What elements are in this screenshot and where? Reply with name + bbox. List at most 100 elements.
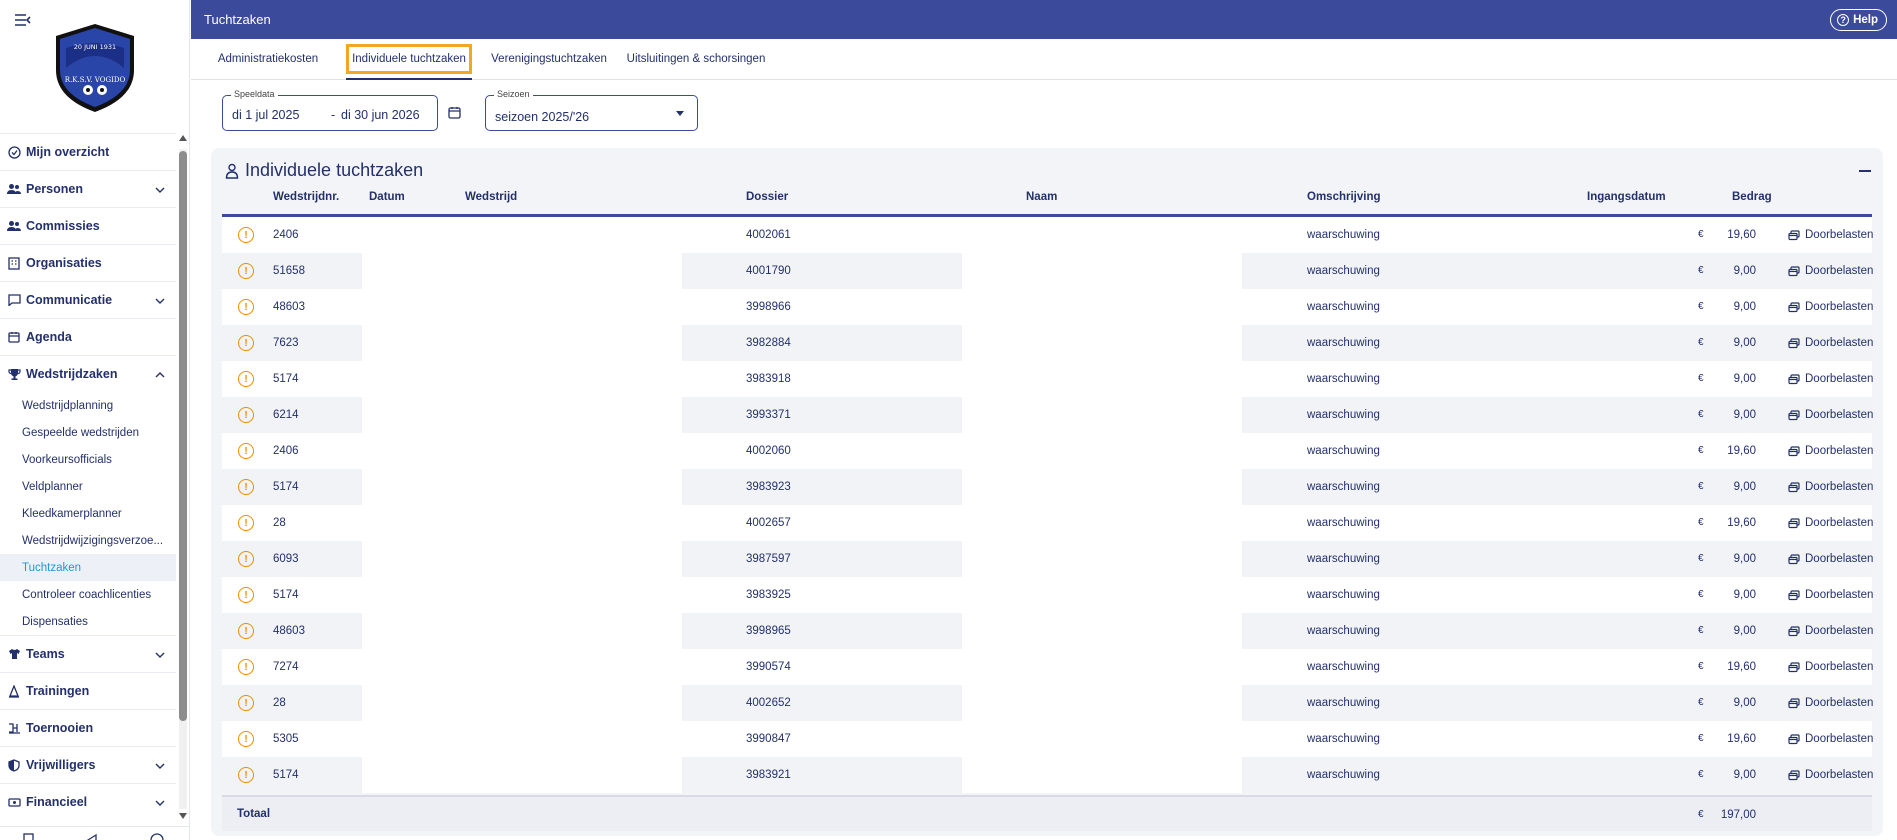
scroll-up-icon[interactable]	[179, 135, 187, 141]
doorbelasten-button[interactable]: Doorbelasten	[1788, 625, 1873, 637]
table-row[interactable]: ! 28 4002657 waarschuwing €19,60 Doorbelasten	[222, 505, 1873, 541]
sidebar-subitem-wedstrijdplanning[interactable]: Wedstrijdplanning	[0, 392, 176, 419]
sidebar-subitem-gespeelde-wedstrijden[interactable]: Gespeelde wedstrijden	[0, 419, 176, 446]
dossier-cell: 4002061	[746, 229, 791, 241]
sidebar-item-financieel[interactable]: Financieel	[0, 783, 176, 820]
sidebar-item-organisaties[interactable]: Organisaties	[0, 244, 176, 281]
chevron-down-icon[interactable]	[154, 648, 166, 660]
bedrag-cell: 19,60	[1727, 733, 1756, 745]
sidebar-item-vrijwilligers[interactable]: Vrijwilligers	[0, 746, 176, 783]
doorbelasten-button[interactable]: Doorbelasten	[1788, 337, 1873, 349]
table-row[interactable]: ! 5174 3983918 waarschuwing €9,00 Doorbelaste…	[222, 361, 1873, 397]
doorbelasten-button[interactable]: Doorbelasten	[1788, 229, 1873, 241]
chevron-down-icon[interactable]	[154, 796, 166, 808]
help-button[interactable]: ? Help	[1830, 9, 1887, 31]
sidebar-item-teams[interactable]: Teams	[0, 635, 176, 672]
doorbelasten-button[interactable]: Doorbelasten	[1788, 265, 1873, 277]
tab-individuele-tuchtzaken[interactable]: Individuele tuchtzaken	[346, 44, 472, 74]
doorbelasten-button[interactable]: Doorbelasten	[1788, 697, 1873, 709]
doorbelasten-button[interactable]: Doorbelasten	[1788, 589, 1873, 601]
sidebar-item-trainingen[interactable]: Trainingen	[0, 672, 176, 709]
document-icon[interactable]	[22, 831, 36, 840]
column-header-ingangsdatum[interactable]: Ingangsdatum	[1587, 191, 1666, 203]
table-row[interactable]: ! 5174 3983921 waarschuwing €9,00 Doorbelaste…	[222, 757, 1873, 793]
megaphone-icon[interactable]	[86, 831, 100, 840]
doorbelasten-button[interactable]: Doorbelasten	[1788, 517, 1873, 529]
doorbelasten-button[interactable]: Doorbelasten	[1788, 553, 1873, 565]
warning-icon: !	[238, 443, 254, 459]
warning-icon: !	[238, 695, 254, 711]
chevron-down-icon[interactable]	[154, 183, 166, 195]
collapse-sidebar-icon[interactable]	[14, 12, 32, 28]
sidebar-item-commissies[interactable]: Commissies	[0, 207, 176, 244]
chevron-up-icon[interactable]	[154, 368, 166, 380]
sidebar-item-toernooien[interactable]: Toernooien	[0, 709, 176, 746]
sidebar-subitem-veldplanner[interactable]: Veldplanner	[0, 473, 176, 500]
bracket-icon	[7, 721, 21, 735]
bedrag-cell: 9,00	[1733, 301, 1756, 313]
date-to-field[interactable]: di 30 jun 2026	[341, 108, 420, 122]
sidebar-item-communicatie[interactable]: Communicatie	[0, 281, 176, 318]
sidebar-subitem-kleedkamerplanner[interactable]: Kleedkamerplanner	[0, 500, 176, 527]
sidebar-item-personen[interactable]: Personen	[0, 170, 176, 207]
currency-symbol: €	[1698, 373, 1704, 384]
tab-verenigingstuchtzaken[interactable]: Verenigingstuchtzaken	[488, 39, 610, 79]
sidebar-subitem-tuchtzaken[interactable]: Tuchtzaken	[0, 554, 176, 581]
table-row[interactable]: ! 7274 3990574 waarschuwing €19,60 Doorbelast…	[222, 649, 1873, 685]
payment-card-icon	[1788, 409, 1800, 421]
currency-symbol: €	[1698, 553, 1704, 564]
table-row[interactable]: ! 2406 4002061 waarschuwing €19,60 Doorbelast…	[222, 217, 1873, 253]
payment-card-icon	[1788, 553, 1800, 565]
doorbelasten-button[interactable]: Doorbelasten	[1788, 301, 1873, 313]
date-from-field[interactable]: di 1 jul 2025	[232, 108, 299, 122]
table-row[interactable]: ! 51658 4001790 waarschuwing €9,00 Doorbelast…	[222, 253, 1873, 289]
column-header-dossier[interactable]: Dossier	[746, 191, 788, 203]
doorbelasten-button[interactable]: Doorbelasten	[1788, 661, 1873, 673]
table-row[interactable]: ! 5174 3983925 waarschuwing €9,00 Doorbelaste…	[222, 577, 1873, 613]
table-row[interactable]: ! 2406 4002060 waarschuwing €19,60 Doorbelast…	[222, 433, 1873, 469]
sidebar-item-label: Wedstrijdzaken	[26, 367, 118, 381]
column-header-bedrag[interactable]: Bedrag	[1732, 191, 1772, 203]
chevron-down-icon[interactable]	[154, 294, 166, 306]
column-header-omschrijving[interactable]: Omschrijving	[1307, 191, 1381, 203]
chevron-down-icon[interactable]	[154, 759, 166, 771]
sidebar-item-wedstrijdzaken[interactable]: Wedstrijdzaken	[0, 355, 176, 392]
calendar-icon[interactable]	[448, 106, 461, 124]
doorbelasten-button[interactable]: Doorbelasten	[1788, 769, 1873, 781]
speeldata-date-range[interactable]: Speeldata di 1 jul 2025 - di 30 jun 2026	[222, 89, 461, 131]
sidebar-subitem-dispensaties[interactable]: Dispensaties	[0, 608, 176, 635]
help-circle-icon[interactable]	[150, 831, 164, 840]
collapse-card-button[interactable]	[1859, 170, 1871, 172]
sidebar-subitem-wedstrijdwijzigingsverzoe-[interactable]: Wedstrijdwijzigingsverzoe...	[0, 527, 176, 554]
doorbelasten-label: Doorbelasten	[1805, 553, 1874, 565]
sidebar-scrollbar[interactable]	[178, 135, 188, 823]
sidebar-item-agenda[interactable]: Agenda	[0, 318, 176, 355]
tab-administratiekosten[interactable]: Administratiekosten	[213, 39, 323, 79]
doorbelasten-button[interactable]: Doorbelasten	[1788, 409, 1873, 421]
table-row[interactable]: ! 48603 3998965 waarschuwing €9,00 Doorbelast…	[222, 613, 1873, 649]
column-header-wedstrijd[interactable]: Wedstrijd	[465, 191, 517, 203]
doorbelasten-button[interactable]: Doorbelasten	[1788, 373, 1873, 385]
sidebar-subitem-controleer-coachlicenties[interactable]: Controleer coachlicenties	[0, 581, 176, 608]
scrollbar-thumb[interactable]	[179, 151, 187, 721]
table-row[interactable]: ! 5305 3990847 waarschuwing €19,60 Doorbelast…	[222, 721, 1873, 757]
payment-card-icon	[1788, 589, 1800, 601]
doorbelasten-button[interactable]: Doorbelasten	[1788, 445, 1873, 457]
column-header-wedstrijdnr[interactable]: Wedstrijdnr.	[273, 191, 339, 203]
tab-uitsluitingen-schorsingen[interactable]: Uitsluitingen & schorsingen	[623, 39, 769, 79]
table-row[interactable]: ! 6093 3987597 waarschuwing €9,00 Doorbelaste…	[222, 541, 1873, 577]
seizoen-select[interactable]: Seizoen seizoen 2025/'26	[485, 89, 698, 131]
sidebar-item-mijn-overzicht[interactable]: Mijn overzicht	[0, 133, 176, 170]
table-row[interactable]: ! 6214 3993371 waarschuwing €9,00 Doorbelaste…	[222, 397, 1873, 433]
table-row[interactable]: ! 28 4002652 waarschuwing €9,00 Doorbelasten	[222, 685, 1873, 721]
table-row[interactable]: ! 48603 3998966 waarschuwing €9,00 Doorbelast…	[222, 289, 1873, 325]
table-row[interactable]: ! 5174 3983923 waarschuwing €9,00 Doorbelaste…	[222, 469, 1873, 505]
sidebar-subitem-voorkeursofficials[interactable]: Voorkeursofficials	[0, 446, 176, 473]
omschrijving-cell: waarschuwing	[1307, 589, 1380, 601]
table-row[interactable]: ! 7623 3982884 waarschuwing €9,00 Doorbelaste…	[222, 325, 1873, 361]
column-header-datum[interactable]: Datum	[369, 191, 405, 203]
column-header-naam[interactable]: Naam	[1026, 191, 1057, 203]
doorbelasten-button[interactable]: Doorbelasten	[1788, 481, 1873, 493]
scroll-down-icon[interactable]	[179, 813, 187, 819]
doorbelasten-button[interactable]: Doorbelasten	[1788, 733, 1873, 745]
